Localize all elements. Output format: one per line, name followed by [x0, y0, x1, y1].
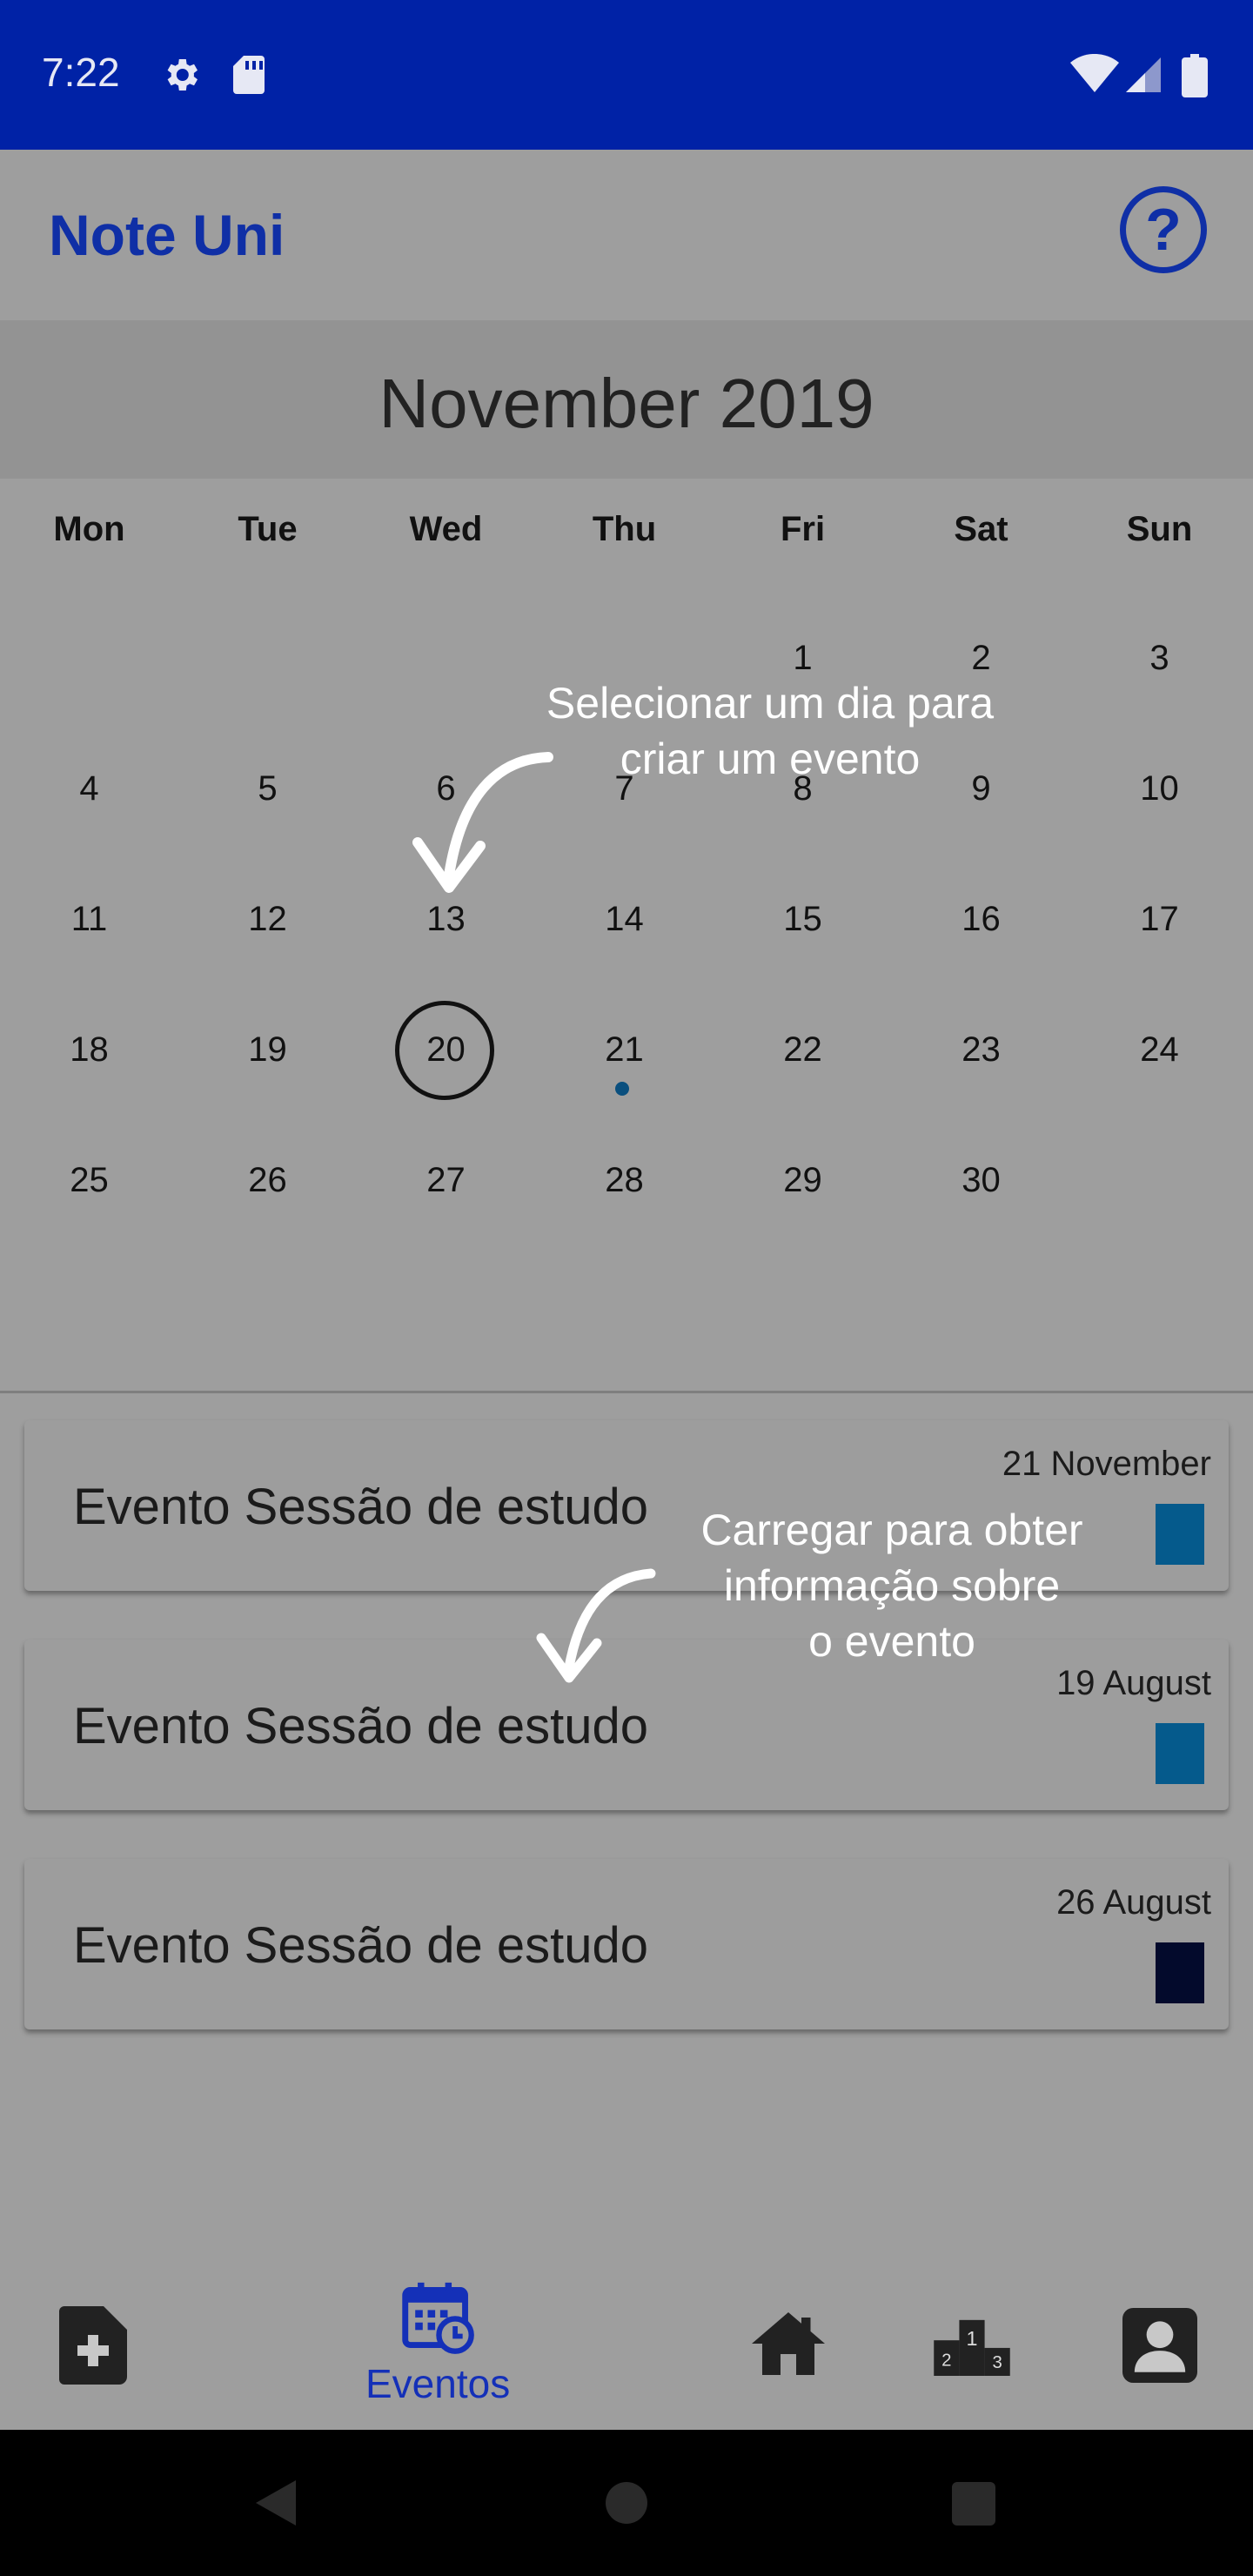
calendar-day-5[interactable]: 5 — [178, 769, 357, 808]
tip-select-day: Selecionar um dia para criar um evento — [487, 675, 1053, 787]
tip-tap-event-line: informação sobre — [723, 1561, 1061, 1610]
calendar-day-15[interactable]: 15 — [714, 900, 892, 939]
ranking-podium-icon: 1 2 3 — [934, 2319, 1010, 2376]
status-time: 7:22 — [42, 50, 120, 95]
weekday-thu: Thu — [592, 510, 657, 548]
home-circle-icon[interactable] — [604, 2480, 649, 2526]
event-color-swatch — [1156, 1723, 1204, 1784]
calendar-day-10[interactable]: 10 — [1070, 769, 1249, 808]
weekday-wed: Wed — [409, 510, 483, 548]
event-title: Evento Sessão de estudo — [73, 1479, 649, 1535]
signal-icon — [1126, 57, 1161, 92]
calendar-day-28[interactable]: 28 — [535, 1161, 714, 1200]
event-date: 19 August — [1056, 1664, 1211, 1702]
month-title: November 2019 — [379, 365, 874, 442]
home-icon — [752, 2312, 825, 2375]
calendar-day-30[interactable]: 30 — [892, 1161, 1070, 1200]
recents-icon[interactable] — [952, 2482, 995, 2526]
app-bar: Note Uni ? — [0, 150, 1253, 320]
svg-text:2: 2 — [941, 2351, 951, 2370]
events-calendar-icon — [402, 2282, 474, 2354]
weekday-tue: Tue — [238, 510, 298, 548]
event-color-swatch — [1156, 1504, 1204, 1565]
calendar-day-17[interactable]: 17 — [1070, 900, 1249, 939]
calendar-day-21[interactable]: 21 — [535, 1030, 714, 1070]
calendar-day-4[interactable]: 4 — [0, 769, 178, 808]
weekday-sun: Sun — [1126, 510, 1193, 548]
calendar-day-1[interactable]: 1 — [714, 639, 892, 678]
tip-select-day-line: Selecionar um dia para — [546, 679, 995, 728]
settings-icon — [167, 59, 198, 91]
event-date: 21 November — [1002, 1445, 1211, 1483]
nav-home[interactable] — [748, 2310, 828, 2382]
calendar-day-19[interactable]: 19 — [178, 1030, 357, 1070]
calendar-day-18[interactable]: 18 — [0, 1030, 178, 1070]
calendar-day-11[interactable]: 11 — [0, 900, 178, 939]
calendar-day-20[interactable]: 20 — [357, 1030, 535, 1070]
month-header: November 2019 — [0, 320, 1253, 479]
event-indicator-dot — [615, 1082, 629, 1096]
add-note-icon — [59, 2306, 127, 2385]
calendar-day-23[interactable]: 23 — [892, 1030, 1070, 1070]
curved-arrow-icon — [536, 1568, 656, 1683]
event-title: Evento Sessão de estudo — [73, 1698, 649, 1754]
weekday-sat: Sat — [954, 510, 1008, 548]
calendar-day-27[interactable]: 27 — [357, 1161, 535, 1200]
calendar-day-14[interactable]: 14 — [535, 900, 714, 939]
calendar-day-25[interactable]: 25 — [0, 1161, 178, 1200]
event-card[interactable]: Evento Sessão de estudo 26 August — [24, 1859, 1229, 2029]
nav-add-note[interactable] — [59, 2306, 127, 2389]
curved-arrow-icon — [412, 752, 553, 893]
nav-ranking[interactable]: 1 2 3 — [931, 2315, 1013, 2380]
wifi-icon — [1070, 54, 1119, 92]
app-title: Note Uni — [49, 203, 285, 267]
divider — [0, 1391, 1253, 1393]
status-bar: 7:22 — [0, 0, 1253, 150]
calendar-day-3[interactable]: 3 — [1070, 639, 1249, 678]
event-title: Evento Sessão de estudo — [73, 1917, 649, 1974]
system-navigation-bar — [0, 2430, 1253, 2576]
calendar-day-26[interactable]: 26 — [178, 1161, 357, 1200]
back-icon[interactable] — [254, 2479, 298, 2527]
calendar-day-24[interactable]: 24 — [1070, 1030, 1249, 1070]
nav-events[interactable] — [400, 2280, 475, 2359]
tip-tap-event: Carregar para obter informação sobre o e… — [644, 1502, 1140, 1669]
profile-icon — [1122, 2308, 1197, 2383]
help-icon[interactable]: ? — [1120, 186, 1207, 273]
calendar-day-16[interactable]: 16 — [892, 900, 1070, 939]
sd-card-icon — [233, 56, 265, 94]
tip-select-day-line: criar um evento — [620, 735, 921, 783]
nav-events-label: Eventos — [365, 2361, 511, 2406]
calendar-day-2[interactable]: 2 — [892, 639, 1070, 678]
svg-text:3: 3 — [992, 2353, 1002, 2372]
tip-tap-event-line: o evento — [808, 1617, 975, 1666]
event-date: 26 August — [1056, 1883, 1211, 1922]
weekday-fri: Fri — [780, 510, 826, 548]
bottom-navigation: Eventos 1 2 3 — [0, 2257, 1253, 2430]
calendar-day-22[interactable]: 22 — [714, 1030, 892, 1070]
svg-text:1: 1 — [967, 2327, 978, 2350]
tip-tap-event-line: Carregar para obter — [700, 1506, 1083, 1554]
weekday-mon: Mon — [53, 510, 125, 548]
nav-profile[interactable] — [1122, 2308, 1197, 2387]
calendar-day-12[interactable]: 12 — [178, 900, 357, 939]
calendar-day-29[interactable]: 29 — [714, 1161, 892, 1200]
event-color-swatch — [1156, 1942, 1204, 2003]
calendar-day-13[interactable]: 13 — [357, 900, 535, 939]
battery-icon — [1182, 54, 1208, 97]
